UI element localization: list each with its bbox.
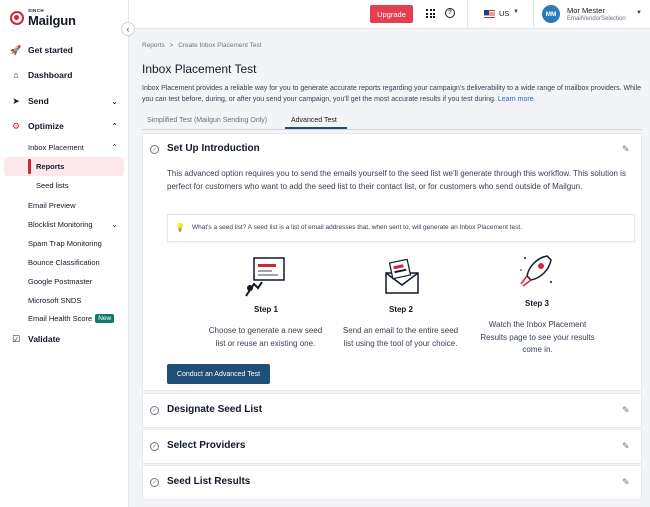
sidebar-item-label: Dashboard bbox=[28, 70, 73, 80]
divider bbox=[467, 0, 468, 29]
avatar[interactable]: MM bbox=[542, 5, 560, 23]
chevron-down-icon[interactable]: ▼ bbox=[636, 10, 642, 16]
sidebar-item-send[interactable]: ➤ Send ⌄ bbox=[0, 94, 128, 108]
test-type-tabs: Simplified Test (Mailgun Sending Only) A… bbox=[142, 115, 642, 130]
us-flag-icon[interactable] bbox=[484, 10, 495, 18]
lightbulb-icon: 💡 bbox=[175, 223, 185, 232]
sidebar-item-optimize[interactable]: ⚙ Optimize ⌃ bbox=[0, 119, 128, 133]
setup-introduction-title[interactable]: Set Up Introduction bbox=[167, 143, 260, 154]
intro-paragraph: Inbox Placement provides a reliable way … bbox=[142, 85, 641, 103]
step-1-label: Step 1 bbox=[253, 305, 278, 314]
pencil-icon[interactable]: ✎ bbox=[622, 477, 630, 488]
top-bar: Upgrade ? US ▼ MM Mor Mester EmailVendor… bbox=[129, 0, 650, 29]
step-3-description: Watch the Inbox Placement Results page t… bbox=[480, 320, 595, 354]
sidebar-item-spam-trap-monitoring[interactable]: Spam Trap Monitoring bbox=[28, 237, 128, 249]
rocket-illustration-icon bbox=[520, 255, 552, 287]
sidebar-item-inbox-placement[interactable]: Inbox Placement ⌃ bbox=[28, 141, 128, 153]
setup-description: This advanced option requires you to sen… bbox=[167, 169, 626, 191]
sidebar-item-get-started[interactable]: 🚀 Get started bbox=[0, 43, 128, 57]
rocket-icon: 🚀 bbox=[10, 44, 22, 55]
sidebar-item-label: Email Health Score bbox=[28, 313, 93, 323]
active-tab-indicator bbox=[285, 127, 347, 129]
step-2-description: Send an email to the entire seed list us… bbox=[342, 326, 459, 348]
gear-icon: ⚙ bbox=[11, 120, 21, 131]
check-circle-icon: ✓ bbox=[150, 478, 159, 487]
divider bbox=[533, 0, 534, 29]
home-icon: ⌂ bbox=[13, 70, 19, 80]
help-icon[interactable]: ? bbox=[445, 8, 455, 18]
sidebar-item-label: Validate bbox=[28, 334, 61, 344]
chevron-up-icon: ⌃ bbox=[111, 142, 118, 152]
breadcrumb-current: Create Inbox Placement Test bbox=[178, 42, 262, 49]
sidebar-item-label: Optimize bbox=[28, 121, 64, 131]
mailgun-logo-icon bbox=[10, 11, 24, 25]
upgrade-button[interactable]: Upgrade bbox=[370, 5, 413, 23]
step-3-label: Step 3 bbox=[524, 299, 549, 308]
sidebar-item-seed-lists[interactable]: Seed lists bbox=[36, 181, 69, 190]
user-name[interactable]: Mor Mester bbox=[567, 6, 605, 15]
sidebar-item-label: Inbox Placement bbox=[28, 142, 84, 152]
breadcrumb-reports-link[interactable]: Reports bbox=[142, 42, 165, 49]
sidebar-item-label: Spam Trap Monitoring bbox=[28, 238, 102, 248]
sidebar-item-label: Blocklist Monitoring bbox=[28, 219, 93, 229]
sidebar-item-label: Send bbox=[28, 96, 49, 106]
check-circle-icon: ✓ bbox=[150, 406, 159, 415]
breadcrumb: Reports > Create Inbox Placement Test bbox=[142, 42, 262, 49]
sidebar-item-label: Email Preview bbox=[28, 200, 76, 210]
seed-list-results-title[interactable]: Seed List Results bbox=[167, 476, 250, 487]
validate-icon: ☑ bbox=[11, 333, 21, 344]
sidebar-item-bounce-classification[interactable]: Bounce Classification bbox=[28, 256, 128, 268]
sidebar-active-indicator bbox=[28, 159, 31, 174]
paper-plane-icon: ➤ bbox=[12, 95, 20, 106]
breadcrumb-separator: > bbox=[169, 42, 174, 49]
pencil-icon[interactable]: ✎ bbox=[622, 144, 630, 155]
apps-grid-icon[interactable] bbox=[426, 9, 435, 18]
chevron-down-icon: ⌄ bbox=[111, 219, 118, 229]
collapse-sidebar-button[interactable]: ‹ bbox=[121, 22, 135, 36]
sidebar-item-blocklist-monitoring[interactable]: Blocklist Monitoring ⌄ bbox=[28, 218, 128, 230]
sidebar-item-microsoft-snds[interactable]: Microsoft SNDS bbox=[28, 294, 128, 306]
select-providers-title[interactable]: Select Providers bbox=[167, 440, 245, 451]
logo-name-text: Mailgun bbox=[28, 12, 76, 28]
new-badge: New bbox=[95, 313, 115, 323]
tab-advanced-test[interactable]: Advanced Test bbox=[291, 117, 337, 124]
sidebar-item-google-postmaster[interactable]: Google Postmaster bbox=[28, 275, 128, 287]
region-selector[interactable]: US bbox=[499, 9, 509, 18]
intro-text: Inbox Placement provides a reliable way … bbox=[142, 84, 642, 105]
learn-more-link[interactable]: Learn more. bbox=[498, 96, 536, 103]
pencil-icon[interactable]: ✎ bbox=[622, 405, 630, 416]
sidebar-item-label: Google Postmaster bbox=[28, 276, 93, 286]
sidebar-item-email-preview[interactable]: Email Preview bbox=[28, 199, 128, 211]
chevron-left-icon: ‹ bbox=[126, 24, 130, 34]
conduct-advanced-test-button[interactable]: Conduct an Advanced Test bbox=[167, 364, 270, 384]
step-1-description: Choose to generate a new seed list or re… bbox=[208, 326, 323, 348]
step-2-label: Step 2 bbox=[388, 305, 413, 314]
sidebar-item-reports[interactable]: Reports bbox=[36, 162, 64, 171]
seed-list-illustration-icon bbox=[245, 257, 285, 297]
chevron-up-icon: ⌃ bbox=[111, 121, 118, 131]
sidebar: SINCH Mailgun 🚀 Get started ⌂ Dashboard … bbox=[0, 0, 129, 507]
sidebar-item-validate[interactable]: ☑ Validate bbox=[0, 332, 128, 346]
chevron-down-icon: ⌄ bbox=[111, 96, 118, 106]
user-org: EmailVendorSelection bbox=[567, 16, 626, 22]
sidebar-item-email-health-score[interactable]: Email Health Score New bbox=[28, 312, 128, 324]
pencil-icon[interactable]: ✎ bbox=[622, 441, 630, 452]
tab-simplified-test[interactable]: Simplified Test (Mailgun Sending Only) bbox=[147, 117, 267, 124]
designate-seed-list-title[interactable]: Designate Seed List bbox=[167, 404, 262, 415]
envelope-illustration-icon bbox=[385, 259, 419, 294]
check-circle-icon: ✓ bbox=[150, 442, 159, 451]
sidebar-item-dashboard[interactable]: ⌂ Dashboard bbox=[0, 68, 128, 82]
seed-list-info-text: What's a seed list? A seed list is a lis… bbox=[192, 224, 523, 231]
check-circle-icon: ✓ bbox=[150, 145, 159, 154]
mailgun-logo[interactable]: SINCH Mailgun bbox=[10, 7, 76, 29]
sidebar-item-label: Microsoft SNDS bbox=[28, 295, 82, 305]
chevron-down-icon[interactable]: ▼ bbox=[513, 9, 519, 15]
page-title: Inbox Placement Test bbox=[142, 62, 257, 76]
sidebar-item-label: Get started bbox=[28, 45, 73, 55]
sidebar-item-label: Bounce Classification bbox=[28, 257, 100, 267]
